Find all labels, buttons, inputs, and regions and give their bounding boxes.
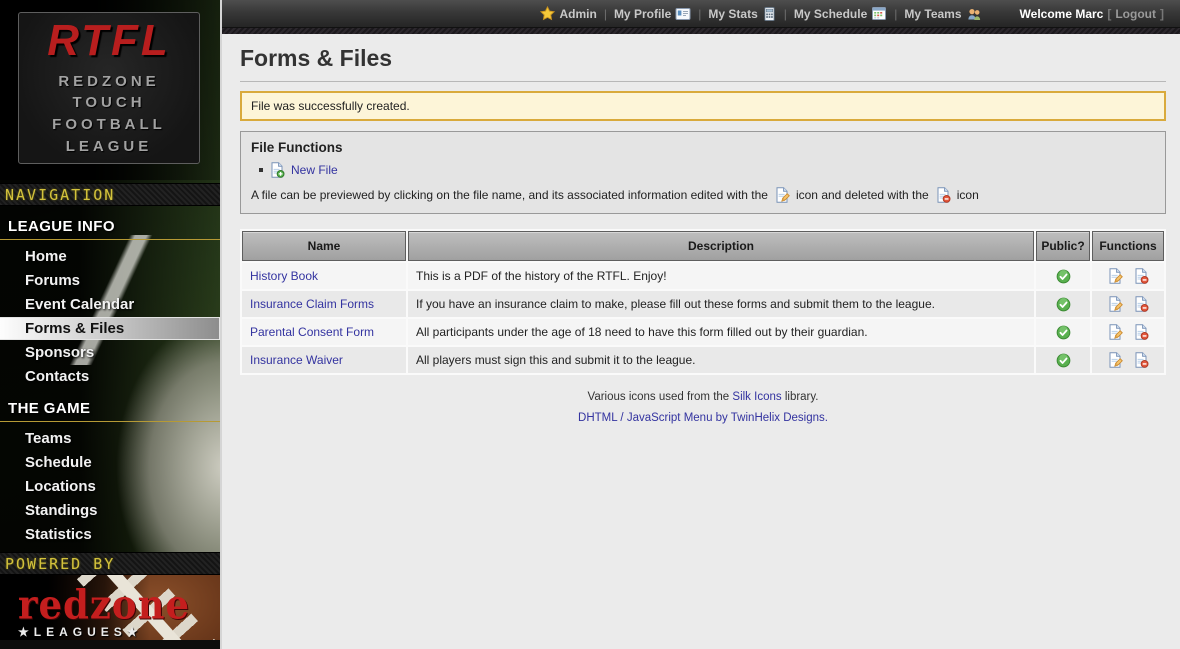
list-bullet: [259, 168, 263, 172]
league-logo[interactable]: RTFL REDZONE TOUCH FOOTBALL LEAGUE: [18, 12, 200, 164]
sidebar-nav-item[interactable]: Event Calendar: [0, 293, 220, 316]
files-table-header-row: Name Description Public? Functions: [242, 231, 1164, 261]
sidebar-nav-item[interactable]: Forms & Files: [0, 317, 220, 340]
bracket: [: [1107, 7, 1111, 21]
topbar-separator: |: [698, 7, 701, 21]
league-logo-text: REDZONE TOUCH FOOTBALL LEAGUE: [52, 71, 166, 158]
powered-by-banner: POWERED BY: [0, 552, 220, 575]
page-delete-icon[interactable]: [1133, 324, 1149, 340]
page-delete-icon[interactable]: [1133, 268, 1149, 284]
accept-icon: [1056, 269, 1071, 284]
file-functions-panel: File Functions New File A file can be pr…: [240, 131, 1166, 214]
group-icon: [966, 6, 982, 22]
table-row: Insurance Claim Forms If you have an ins…: [242, 291, 1164, 317]
file-description: This is a PDF of the history of the RTFL…: [408, 263, 1034, 289]
bracket: ]: [1160, 7, 1164, 21]
column-header-description: Description: [408, 231, 1034, 261]
topbar-user-area: Welcome Marc [ Logout ]: [1020, 7, 1168, 21]
file-name-link[interactable]: Parental Consent Form: [250, 325, 374, 339]
file-functions-title: File Functions: [251, 140, 1155, 155]
section-header-the-game: THE GAME: [0, 398, 220, 422]
file-functions-help: A file can be previewed by clicking on t…: [251, 187, 1155, 203]
league-logo-acronym: RTFL: [47, 19, 171, 63]
topbar-separator: |: [894, 7, 897, 21]
section-header-league-info: LEAGUE INFO: [0, 216, 220, 240]
table-row: Parental Consent Form All participants u…: [242, 319, 1164, 345]
topbar-separator: |: [604, 7, 607, 21]
file-description: All players must sign this and submit it…: [408, 347, 1034, 373]
sidebar-nav-item[interactable]: Home: [0, 245, 220, 268]
main-area: Admin | My Profile | My Stats | My Sched…: [222, 0, 1180, 649]
topbar-item-my-profile[interactable]: My Profile: [614, 7, 691, 21]
topbar-item-my-schedule[interactable]: My Schedule: [794, 6, 887, 21]
sidebar-nav-item[interactable]: Sponsors: [0, 341, 220, 364]
new-file-link[interactable]: New File: [291, 163, 338, 177]
file-description: All participants under the age of 18 nee…: [408, 319, 1034, 345]
page-edit-icon[interactable]: [1107, 352, 1123, 368]
sidebar-nav-item[interactable]: Standings: [0, 499, 220, 522]
calendar-icon: [871, 6, 887, 21]
column-header-name: Name: [242, 231, 406, 261]
topbar-item-admin[interactable]: Admin: [540, 6, 596, 21]
logout-link[interactable]: Logout: [1115, 7, 1156, 21]
page-edit-icon[interactable]: [1107, 324, 1123, 340]
accept-icon: [1056, 325, 1071, 340]
page-edit-icon: [774, 187, 790, 203]
file-name-link[interactable]: Insurance Waiver: [250, 353, 343, 367]
table-row: Insurance Waiver All players must sign t…: [242, 347, 1164, 373]
redzone-leagues-logo[interactable]: redzone ★LEAGUES★: [0, 575, 220, 640]
column-header-public: Public?: [1036, 231, 1090, 261]
icons-credit-text: Various icons used from the: [588, 391, 730, 403]
file-name-link[interactable]: Insurance Claim Forms: [250, 297, 374, 311]
page-delete-icon: [935, 187, 951, 203]
star-icon: [540, 6, 555, 21]
page-content: Forms & Files File was successfully crea…: [222, 34, 1180, 649]
sidebar-nav-item[interactable]: Contacts: [0, 365, 220, 388]
new-file-row: New File: [259, 162, 1155, 178]
page-edit-icon[interactable]: [1107, 268, 1123, 284]
page-title: Forms & Files: [240, 45, 1166, 82]
sidebar-nav-item[interactable]: Statistics: [0, 523, 220, 546]
flash-success-message: File was successfully created.: [240, 91, 1166, 121]
page-footer: Various icons used from the Silk Icons l…: [240, 391, 1166, 424]
silk-icons-link[interactable]: Silk Icons: [732, 391, 781, 403]
page-edit-icon[interactable]: [1107, 296, 1123, 312]
files-table: Name Description Public? Functions Histo…: [240, 229, 1166, 375]
file-description: If you have an insurance claim to make, …: [408, 291, 1034, 317]
topbar-separator: |: [784, 7, 787, 21]
accept-icon: [1056, 297, 1071, 312]
accept-icon: [1056, 353, 1071, 368]
file-name-link[interactable]: History Book: [250, 269, 318, 283]
page-add-icon: [269, 162, 285, 178]
page-delete-icon[interactable]: [1133, 296, 1149, 312]
sidebar: RTFL REDZONE TOUCH FOOTBALL LEAGUE NAVIG…: [0, 0, 222, 649]
sidebar-nav-item[interactable]: Teams: [0, 427, 220, 450]
topbar-item-my-stats[interactable]: My Stats: [708, 6, 776, 22]
navigation-banner: NAVIGATION: [0, 183, 220, 206]
nav-section-league-info: LEAGUE INFO Home Forums Event Calendar F…: [0, 206, 220, 388]
sidebar-nav-item[interactable]: Forums: [0, 269, 220, 292]
table-row: History Book This is a PDF of the histor…: [242, 263, 1164, 289]
calculator-icon: [762, 6, 777, 22]
redzone-logo-wordmark: redzone: [18, 585, 220, 625]
column-header-functions: Functions: [1092, 231, 1164, 261]
topbar: Admin | My Profile | My Stats | My Sched…: [222, 0, 1180, 28]
sidebar-nav-item[interactable]: Schedule: [0, 451, 220, 474]
redzone-logo-subtext: ★LEAGUES★: [18, 625, 220, 639]
topbar-item-my-teams[interactable]: My Teams: [904, 6, 981, 22]
welcome-text: Welcome Marc: [1020, 7, 1104, 21]
page-delete-icon[interactable]: [1133, 352, 1149, 368]
nav-section-the-game: THE GAME Teams Schedule Locations Standi…: [0, 388, 220, 546]
twinhelix-menu-link[interactable]: DHTML / JavaScript Menu by TwinHelix Des…: [578, 412, 828, 424]
sidebar-nav-item[interactable]: Locations: [0, 475, 220, 498]
sidebar-bottom-bar: [0, 640, 220, 649]
vcard-icon: [675, 7, 691, 21]
